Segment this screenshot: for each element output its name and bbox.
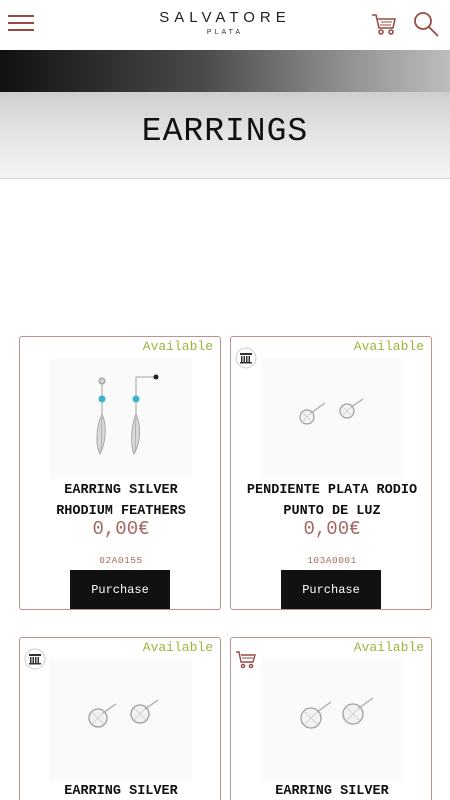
- product-reference: 02A0155: [99, 555, 143, 566]
- store-icon: [235, 347, 257, 369]
- product-name[interactable]: EARRING SILVER RHODIUM FEATHERS: [20, 480, 220, 522]
- product-price: 0,00€: [92, 518, 150, 540]
- product-card[interactable]: Available PENDIENTE PLATA RODIO PUNTO DE…: [230, 336, 432, 610]
- availability-badge: Available: [353, 339, 424, 354]
- product-card[interactable]: Available EARRING SILVER RHODIUM FEATHER…: [19, 336, 221, 610]
- product-name-line1: PENDIENTE PLATA RODIO: [246, 483, 418, 498]
- purchase-button[interactable]: Purchase: [281, 570, 381, 609]
- product-image[interactable]: [261, 359, 403, 479]
- product-name-line1: EARRING SILVER: [275, 784, 389, 799]
- purchase-button[interactable]: Purchase: [70, 570, 170, 609]
- cart-icon[interactable]: [370, 10, 398, 38]
- brand-logo[interactable]: SALVATORE PLATA: [125, 9, 325, 36]
- product-reference: 103A0001: [307, 555, 357, 566]
- category-banner: EARRINGS: [0, 50, 450, 179]
- product-name[interactable]: PENDIENTE PLATA RODIO PUNTO DE LUZ: [231, 480, 431, 522]
- page-title: EARRINGS: [141, 113, 309, 150]
- store-icon: [24, 648, 46, 670]
- product-name-line1: EARRING SILVER: [64, 784, 178, 799]
- product-name[interactable]: EARRING SILVER: [231, 781, 431, 800]
- brand-name: SALVATORE: [159, 9, 291, 26]
- availability-badge: Available: [142, 339, 213, 354]
- product-name-line1: EARRING SILVER: [64, 483, 178, 498]
- product-price: 0,00€: [303, 518, 361, 540]
- hamburger-menu-icon[interactable]: [8, 12, 34, 34]
- search-icon[interactable]: [412, 10, 440, 38]
- product-image[interactable]: [261, 660, 403, 780]
- availability-badge: Available: [142, 640, 213, 655]
- shopping-cart-icon[interactable]: [235, 648, 257, 670]
- product-image[interactable]: [50, 359, 192, 479]
- product-name[interactable]: EARRING SILVER: [20, 781, 220, 800]
- product-card[interactable]: Available EARRING SILVER: [19, 637, 221, 800]
- brand-subname: PLATA: [206, 29, 244, 36]
- banner-gradient: [0, 50, 450, 92]
- app-header: SALVATORE PLATA: [0, 0, 450, 50]
- product-image[interactable]: [50, 660, 192, 780]
- availability-badge: Available: [353, 640, 424, 655]
- product-card[interactable]: Available EARRING SILVER: [230, 637, 432, 800]
